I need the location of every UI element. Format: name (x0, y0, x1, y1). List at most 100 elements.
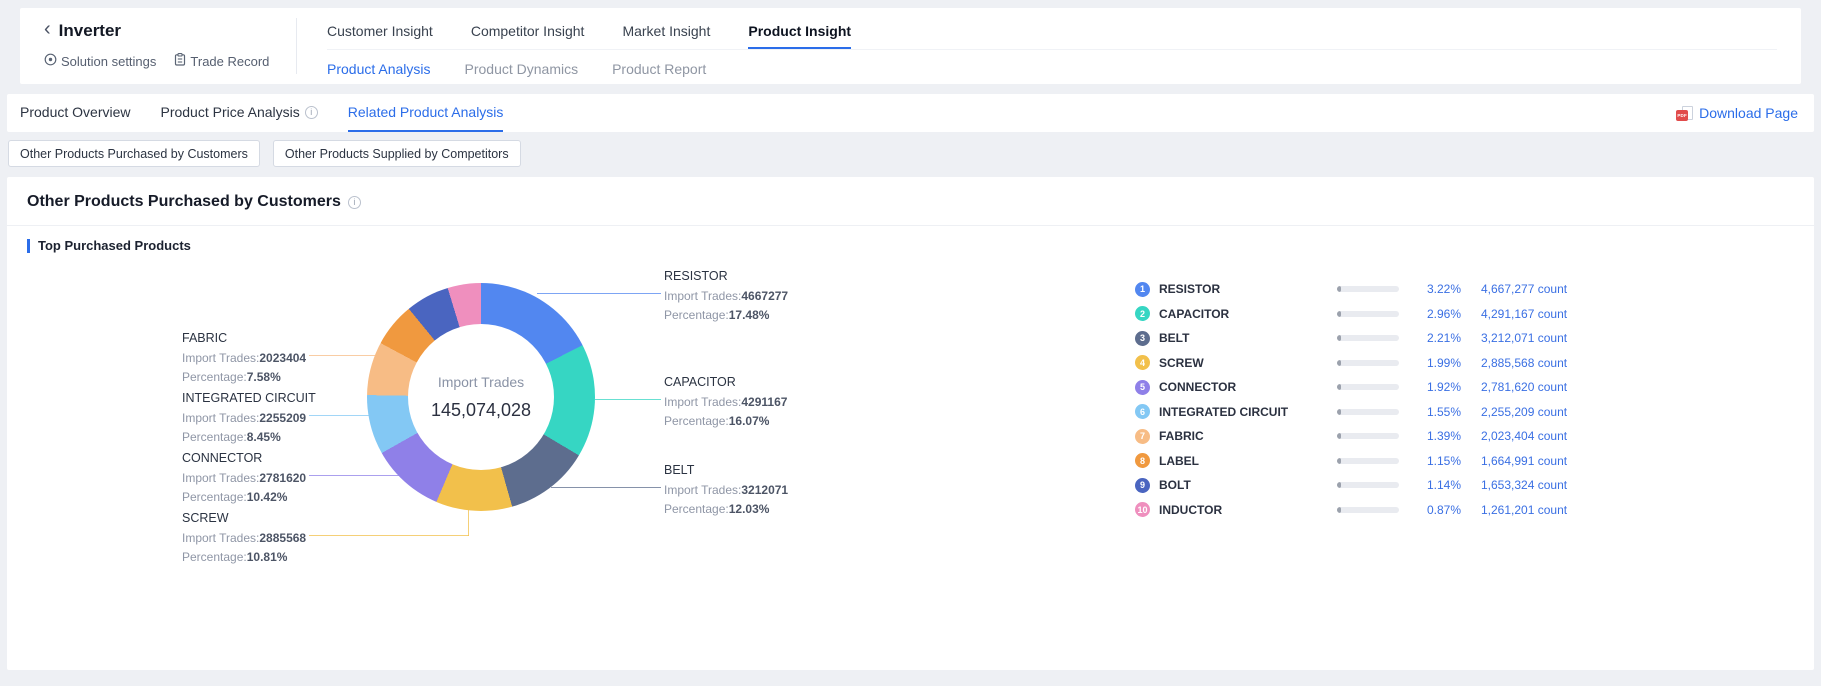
page-title: Inverter (59, 21, 121, 41)
info-icon[interactable]: i (348, 196, 361, 209)
callout-pct-label: Percentage: (182, 370, 247, 384)
rank-badge: 8 (1135, 453, 1150, 468)
related-products-card: Other Products Purchased by Customers i … (7, 177, 1814, 670)
rank-share-percent: 1.92% (1411, 380, 1461, 394)
info-icon[interactable]: i (305, 106, 318, 119)
tab-related-product-analysis[interactable]: Related Product Analysis (348, 94, 504, 132)
callout-product-name: CAPACITOR (664, 375, 834, 389)
rank-product-name: CONNECTOR (1159, 380, 1337, 394)
filter-other-products-purchased-by-customers[interactable]: Other Products Purchased by Customers (8, 140, 260, 167)
rank-row-connector[interactable]: 5 CONNECTOR 1.92% 2,781,620 count (1135, 375, 1591, 400)
rank-progress-bar (1337, 286, 1399, 292)
section-title: Other Products Purchased by Customers (27, 193, 341, 211)
callout-pct-value: 17.48% (729, 308, 770, 322)
rank-row-bolt[interactable]: 9 BOLT 1.14% 1,653,324 count (1135, 473, 1591, 498)
rank-share-percent: 2.96% (1411, 307, 1461, 321)
donut-chart[interactable]: Import Trades 145,074,028 (367, 283, 595, 511)
rank-product-name: CAPACITOR (1159, 307, 1337, 321)
tab-label: Product Overview (20, 104, 130, 120)
callout-trades-label: Import Trades: (182, 471, 259, 485)
rank-progress-bar (1337, 384, 1399, 390)
rank-row-fabric[interactable]: 7 FABRIC 1.39% 2,023,404 count (1135, 424, 1591, 449)
tab-customer-insight[interactable]: Customer Insight (327, 16, 433, 49)
trade-record-button[interactable]: Trade Record (174, 53, 269, 69)
rank-row-integrated-circuit[interactable]: 6 INTEGRATED CIRCUIT 1.55% 2,255,209 cou… (1135, 400, 1591, 425)
callout-trades-value: 2885568 (259, 531, 306, 545)
tab-competitor-insight[interactable]: Competitor Insight (471, 16, 585, 49)
callout-pct-value: 16.07% (729, 414, 770, 428)
rank-row-screw[interactable]: 4 SCREW 1.99% 2,885,568 count (1135, 351, 1591, 376)
header-tabs: Customer Insight Competitor Insight Market… (327, 16, 1777, 84)
rank-progress-bar (1337, 507, 1399, 513)
rank-count: 2,885,568 count (1481, 356, 1591, 370)
rank-share-percent: 1.39% (1411, 429, 1461, 443)
rank-count: 2,781,620 count (1481, 380, 1591, 394)
callout-pct-label: Percentage: (182, 490, 247, 504)
rank-product-name: FABRIC (1159, 429, 1337, 443)
download-page-link[interactable]: PDF Download Page (1676, 105, 1798, 121)
callout-trades-value: 3212071 (741, 483, 788, 497)
rank-badge: 10 (1135, 502, 1150, 517)
rank-row-resistor[interactable]: 1 RESISTOR 3.22% 4,667,277 count (1135, 277, 1591, 302)
clipboard-icon (174, 53, 186, 69)
rank-progress-bar (1337, 311, 1399, 317)
back-icon[interactable]: ‹ (44, 20, 51, 41)
rank-count: 1,664,991 count (1481, 454, 1591, 468)
rank-product-name: RESISTOR (1159, 282, 1337, 296)
tab-label: Product Dynamics (465, 61, 579, 77)
rank-badge: 1 (1135, 282, 1150, 297)
tab-label: Product Analysis (327, 61, 431, 77)
donut-center-label: Import Trades (438, 374, 524, 390)
rank-badge: 5 (1135, 380, 1150, 395)
rank-product-name: LABEL (1159, 454, 1337, 468)
callout-trades-value: 2255209 (259, 411, 306, 425)
rank-row-belt[interactable]: 3 BELT 2.21% 3,212,071 count (1135, 326, 1591, 351)
tab-product-report[interactable]: Product Report (612, 61, 706, 77)
rank-product-name: INDUCTOR (1159, 503, 1337, 517)
callout-trades-value: 4667277 (741, 289, 788, 303)
rank-row-inductor[interactable]: 10 INDUCTOR 0.87% 1,261,201 count (1135, 498, 1591, 523)
rank-share-percent: 1.55% (1411, 405, 1461, 419)
rank-row-capacitor[interactable]: 2 CAPACITOR 2.96% 4,291,167 count (1135, 302, 1591, 327)
rank-badge: 7 (1135, 429, 1150, 444)
rank-count: 2,255,209 count (1481, 405, 1591, 419)
ranked-product-list: 1 RESISTOR 3.22% 4,667,277 count 2 CAPAC… (1135, 277, 1591, 522)
tab-product-dynamics[interactable]: Product Dynamics (465, 61, 579, 77)
tab-label: Market Insight (622, 23, 710, 39)
callout-pct-label: Percentage: (182, 550, 247, 564)
app-header: ‹ Inverter Solution settings Trade Record… (20, 8, 1801, 84)
pdf-icon: PDF (1676, 106, 1693, 121)
rank-product-name: BOLT (1159, 478, 1337, 492)
action-label: Solution settings (61, 54, 156, 69)
analysis-toolbar: Product Overview Product Price Analysis i R… (7, 94, 1814, 132)
rank-row-label[interactable]: 8 LABEL 1.15% 1,664,991 count (1135, 449, 1591, 474)
callout-pct-value: 10.42% (247, 490, 288, 504)
tab-label: Product Price Analysis (160, 104, 299, 120)
callout-trades-label: Import Trades: (182, 531, 259, 545)
page: ‹ Inverter Solution settings Trade Record… (0, 0, 1821, 686)
tab-product-analysis[interactable]: Product Analysis (327, 61, 431, 77)
filter-other-products-supplied-by-competitors[interactable]: Other Products Supplied by Competitors (273, 140, 521, 167)
tab-label: Related Product Analysis (348, 104, 504, 120)
tab-label: Product Insight (748, 23, 851, 39)
tab-product-overview[interactable]: Product Overview (20, 94, 130, 132)
callout-trades-value: 4291167 (741, 395, 787, 409)
tab-label: Product Report (612, 61, 706, 77)
callout-product-name: CONNECTOR (182, 451, 352, 465)
rank-progress-bar (1337, 433, 1399, 439)
rank-product-name: INTEGRATED CIRCUIT (1159, 405, 1337, 419)
callout-product-name: RESISTOR (664, 269, 834, 283)
tab-product-price-analysis[interactable]: Product Price Analysis i (160, 94, 317, 132)
solution-settings-button[interactable]: Solution settings (44, 53, 156, 69)
callout-trades-label: Import Trades: (664, 289, 741, 303)
callout-pct-label: Percentage: (664, 414, 729, 428)
rank-product-name: SCREW (1159, 356, 1337, 370)
leader-line-screw (468, 510, 469, 536)
rank-share-percent: 0.87% (1411, 503, 1461, 517)
tab-market-insight[interactable]: Market Insight (622, 16, 710, 49)
rank-progress-bar (1337, 335, 1399, 341)
tab-product-insight[interactable]: Product Insight (748, 16, 851, 49)
rank-share-percent: 1.14% (1411, 478, 1461, 492)
callout-trades-value: 2023404 (259, 351, 306, 365)
callout-trades-label: Import Trades: (182, 351, 259, 365)
